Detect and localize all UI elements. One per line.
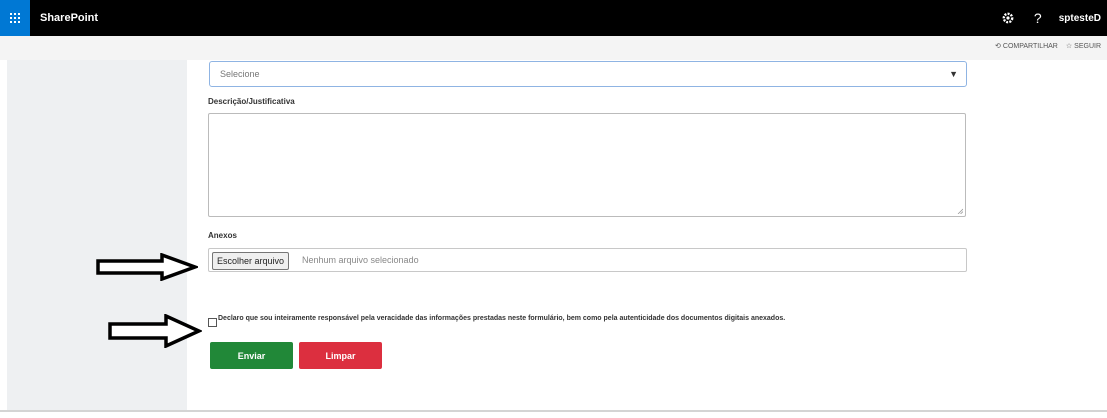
waffle-icon: [10, 13, 20, 23]
arrow-right-icon: [108, 314, 202, 348]
file-status-text: Nenhum arquivo selecionado: [302, 255, 419, 265]
help-button[interactable]: ?: [1023, 0, 1053, 36]
brand-link[interactable]: SharePoint: [40, 0, 98, 36]
suite-bar-right: ? sptesteD: [993, 0, 1107, 36]
declaration-text: Declaro que sou inteiramente responsável…: [218, 315, 786, 322]
share-icon: ⟲: [995, 43, 1001, 50]
attachments-label: Anexos: [208, 231, 237, 240]
settings-button[interactable]: [993, 0, 1023, 36]
suite-bar: SharePoint ? sptesteD: [0, 0, 1107, 36]
submit-button[interactable]: Enviar: [210, 342, 293, 369]
share-button[interactable]: ⟲ COMPARTILHAR: [995, 42, 1058, 51]
chevron-down-icon: ▼: [949, 69, 958, 79]
arrow-right-icon: [96, 253, 198, 281]
category-select[interactable]: Selecione ▼: [209, 61, 967, 87]
follow-button[interactable]: ☆ SEGUIR: [1065, 42, 1101, 51]
clear-button[interactable]: Limpar: [299, 342, 382, 369]
choose-file-button[interactable]: Escolher arquivo: [212, 252, 290, 270]
share-label: COMPARTILHAR: [1002, 42, 1058, 50]
select-value: Selecione: [220, 69, 260, 79]
divider: [0, 410, 1107, 412]
description-label: Descrição/Justificativa: [208, 97, 295, 106]
page-actions: ⟲ COMPARTILHAR ☆ SEGUIR: [995, 42, 1101, 51]
left-navigation: [7, 60, 187, 410]
file-input[interactable]: Escolher arquivo Nenhum arquivo selecion…: [208, 248, 967, 272]
app-launcher-button[interactable]: [0, 0, 30, 36]
action-bar: ⟲ COMPARTILHAR ☆ SEGUIR: [0, 36, 1107, 60]
description-textarea[interactable]: [208, 113, 966, 217]
resize-grip-icon[interactable]: [957, 208, 963, 214]
star-icon: ☆: [1065, 43, 1073, 50]
user-menu[interactable]: sptesteD: [1053, 13, 1107, 24]
follow-label: SEGUIR: [1074, 42, 1101, 50]
declaration-checkbox[interactable]: [208, 318, 217, 327]
gear-icon: [1002, 12, 1014, 24]
